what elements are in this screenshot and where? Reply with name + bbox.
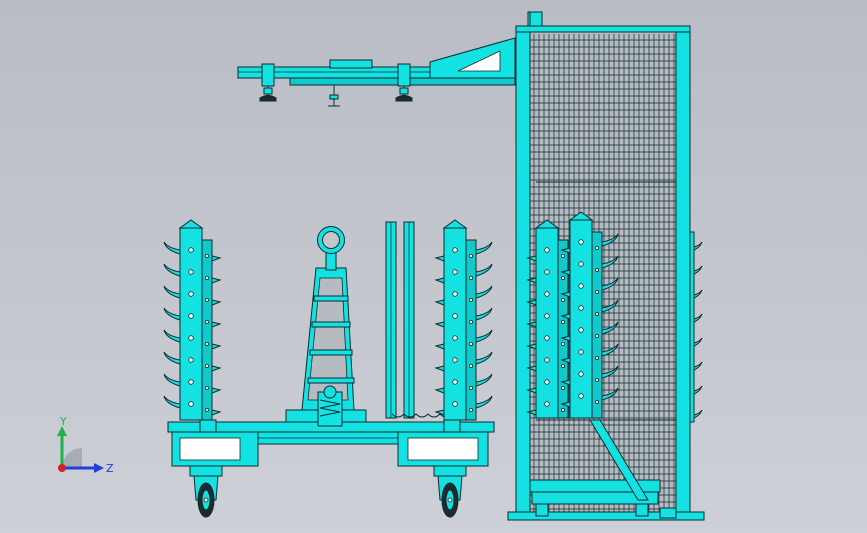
cad-model-view xyxy=(163,11,705,521)
overhead-gantry-arm xyxy=(237,37,516,107)
y-axis-label: Y xyxy=(59,415,67,428)
rack-side-arms xyxy=(689,231,703,423)
center-cylinder xyxy=(328,85,340,107)
suction-cup-right xyxy=(395,86,413,102)
view-orientation-triad[interactable]: Y Z xyxy=(48,410,118,480)
lifting-pyramid xyxy=(301,226,355,427)
caster-wheel xyxy=(189,465,223,518)
caster-wheel xyxy=(433,465,467,518)
z-axis-arrowhead xyxy=(94,463,104,473)
suction-cup-left xyxy=(259,86,277,102)
shelf-column xyxy=(434,219,493,421)
z-axis-label: Z xyxy=(106,462,114,475)
triad-origin xyxy=(58,464,66,472)
cad-viewport[interactable]: Y Z xyxy=(0,0,867,533)
triad-plane-icon xyxy=(62,448,82,468)
shelf-column xyxy=(163,219,222,421)
